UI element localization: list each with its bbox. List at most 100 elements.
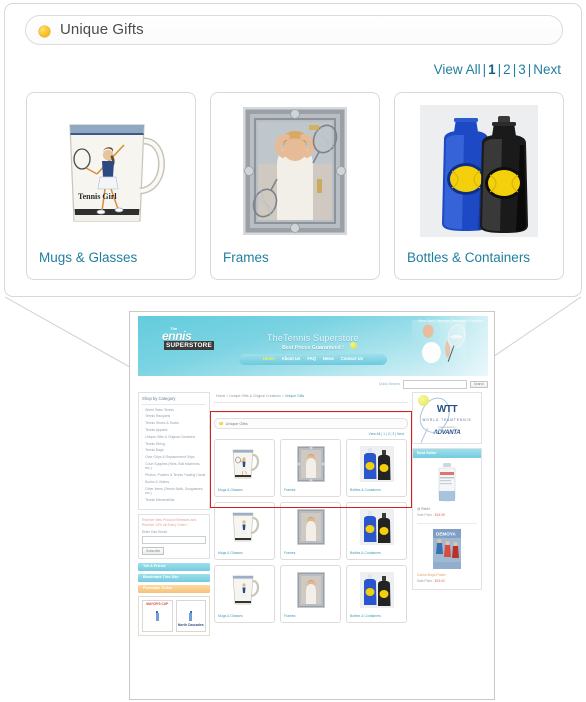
category-card-frames[interactable]: Frames bbox=[210, 92, 380, 280]
sidebar-item-books-videos[interactable]: · Books & Videos bbox=[142, 479, 206, 485]
best-seller-product-name[interactable]: Carlos Moya Poster bbox=[417, 573, 477, 578]
product-cell-mugs[interactable]: Mugs & Glasses bbox=[214, 502, 275, 560]
nav-item-home[interactable]: Home bbox=[263, 356, 275, 362]
newsletter-subscribe-button[interactable]: Subscribe bbox=[142, 546, 165, 555]
tell-a-friend-button[interactable]: Tell A Friend bbox=[138, 562, 210, 571]
nav-item-faq[interactable]: FAQ bbox=[307, 356, 316, 362]
sidebar-item-tennis-memorabilia[interactable]: · Tennis Memorabilia bbox=[142, 497, 206, 503]
product-cell-bottles[interactable]: Bottles & Containers bbox=[346, 502, 407, 560]
mug-thumb-icon bbox=[215, 507, 274, 547]
frame-thumb-icon bbox=[281, 507, 340, 547]
product-label[interactable]: Mugs & Glasses bbox=[218, 551, 243, 556]
poster-product-icon[interactable]: DEMOYA bbox=[417, 528, 477, 570]
bullet-icon: · bbox=[142, 420, 144, 425]
bullet-icon: · bbox=[142, 479, 144, 483]
breadcrumb-parent[interactable]: Unique Gifts & Original Creations bbox=[229, 394, 281, 398]
newsletter-box: Receive New Product Releases and Receive… bbox=[138, 513, 210, 559]
nav-item-news[interactable]: News bbox=[323, 356, 334, 362]
page-link-2[interactable]: 2 bbox=[503, 62, 511, 77]
category-card-label[interactable]: Mugs & Glasses bbox=[39, 250, 137, 265]
ticket-north-cascades[interactable]: North Cascades bbox=[175, 599, 206, 632]
full-page-thumbnail[interactable]: View Cart | Sitemap | Benefits & Feature… bbox=[129, 311, 495, 700]
tennis-girl-mug-icon: Tennis Girl bbox=[27, 101, 195, 241]
right-sidebar: WTT WORLD TEAMTENNIS presented by ADVANT… bbox=[412, 392, 482, 590]
product-label[interactable]: Frames bbox=[284, 614, 296, 619]
next-link[interactable]: Next bbox=[533, 62, 561, 77]
sidebar-item-world-team-tennis[interactable]: · World Team Tennis bbox=[142, 407, 206, 413]
wtt-banner[interactable]: WTT WORLD TEAMTENNIS presented by ADVANT… bbox=[412, 392, 482, 445]
sidebar-item-tennis-bags[interactable]: · Tennis Bags bbox=[142, 447, 206, 453]
nav-item-about-us[interactable]: About Us bbox=[282, 356, 301, 362]
bullet-icon: · bbox=[142, 413, 144, 418]
breadcrumb-current: Unique Gifts bbox=[284, 394, 305, 398]
purchase-ticket-button[interactable]: Purchase Ticket bbox=[138, 584, 210, 593]
sidebar-item-label: World Team Tennis bbox=[145, 407, 174, 412]
product-cell-mugs[interactable]: Mugs & Glasses bbox=[214, 565, 275, 623]
sidebar-item-over-grips[interactable]: · Over Grips & Replacement Grips bbox=[142, 454, 206, 460]
product-row: Mugs & Glasses Frames Bottles & Containe… bbox=[214, 565, 408, 623]
price-label: Sale Price : bbox=[417, 578, 434, 583]
orange-bullet-icon bbox=[39, 26, 50, 37]
bookmark-this-site-button[interactable]: Bookmark This Site bbox=[138, 573, 210, 582]
quick-search-input[interactable] bbox=[402, 380, 467, 389]
ticket-thumbnails: MAYOR'S CUP North Cascades bbox=[138, 595, 210, 636]
quick-search-button[interactable]: Search bbox=[469, 380, 488, 389]
product-cell-mugs[interactable]: Mugs & Glasses bbox=[214, 439, 275, 497]
bottles-thumb-icon bbox=[347, 570, 406, 610]
wtt-mark: WTT bbox=[436, 404, 458, 415]
hero-subtitle: Best Prices Guaranteed ! bbox=[282, 345, 344, 351]
bullet-icon: · bbox=[142, 485, 144, 490]
newsletter-label: Enter Your Email: bbox=[142, 529, 168, 534]
category-card-mugs-glasses[interactable]: Tennis Girl Mugs & Glasses bbox=[26, 92, 196, 280]
product-label[interactable]: Mugs & Glasses bbox=[218, 614, 243, 619]
product-label[interactable]: Mugs & Glasses bbox=[218, 488, 243, 493]
product-label[interactable]: Bottles & Containers bbox=[350, 488, 381, 493]
racquet-icon bbox=[445, 322, 468, 350]
ticket-title: North Cascades bbox=[177, 623, 204, 628]
page-link-3[interactable]: 3 bbox=[518, 62, 526, 77]
ticket-mayors-cup[interactable]: MAYOR'S CUP bbox=[142, 599, 173, 632]
sidebar-item-tennis-shoes-socks[interactable]: · Tennis Shoes & Socks bbox=[142, 420, 206, 426]
hero-title: TheTennis Superstore bbox=[266, 333, 360, 343]
sidebar-item-court-supplies[interactable]: · Court Supplies (Nets, Ball Machines, e… bbox=[142, 461, 206, 471]
product-label[interactable]: Frames bbox=[284, 551, 296, 556]
sidebar-item-tennis-apparel[interactable]: · Tennis Apparel bbox=[142, 427, 206, 433]
sidebar-item-label: Books & Videos bbox=[145, 480, 170, 484]
product-label[interactable]: Bottles & Containers bbox=[350, 614, 381, 619]
newsletter-email-input[interactable] bbox=[142, 536, 206, 545]
pagination-thumb[interactable]: View All | 1 | 2 | 3 | Next bbox=[214, 429, 408, 439]
breadcrumb[interactable]: Home > Unique Gifts & Original Creations… bbox=[214, 392, 408, 404]
price-value: $15.00 bbox=[434, 578, 445, 583]
category-card-bottles-containers[interactable]: Bottles & Containers bbox=[394, 92, 564, 280]
product-cell-frames[interactable]: Frames bbox=[280, 502, 341, 560]
quick-search-label: Quick Search bbox=[378, 381, 400, 386]
category-card-label[interactable]: Bottles & Containers bbox=[407, 250, 530, 265]
best-seller-price: Sale Price : $18.95 bbox=[417, 513, 477, 518]
product-cell-bottles[interactable]: Bottles & Containers bbox=[346, 439, 407, 497]
main-nav[interactable]: Home About Us FAQ News Contact Us bbox=[239, 354, 387, 365]
sidebar-item-photos-posters[interactable]: · Photos, Posters & Tennis Trading Cards bbox=[142, 472, 206, 478]
ticket-title: MAYOR'S CUP bbox=[146, 601, 169, 606]
sidebar-item-label: Tennis Bags bbox=[145, 448, 164, 453]
breadcrumb-home[interactable]: Home bbox=[216, 394, 225, 398]
breadcrumb-arrow-1: > bbox=[281, 394, 284, 398]
section-header: Unique Gifts bbox=[25, 15, 563, 45]
product-cell-frames[interactable]: Frames bbox=[280, 565, 341, 623]
sidebar-item-other-items[interactable]: · Other Items (Tennis Balls, Sunglasses,… bbox=[142, 485, 206, 496]
sidebar-item-unique-gifts[interactable]: · Unique Gifts & Original Creations bbox=[142, 434, 206, 440]
category-card-label[interactable]: Frames bbox=[223, 250, 269, 265]
product-label[interactable]: Bottles & Containers bbox=[350, 551, 381, 556]
sunscreen-product-icon[interactable] bbox=[417, 462, 477, 504]
view-all-link[interactable]: View All bbox=[434, 62, 481, 77]
nav-item-contact-us[interactable]: Contact Us bbox=[341, 356, 363, 362]
left-sidebar: Shop by Category · World Team Tennis · T… bbox=[138, 392, 210, 636]
product-cell-bottles[interactable]: Bottles & Containers bbox=[346, 565, 407, 623]
sidebar-item-tennis-string[interactable]: · Tennis String bbox=[142, 441, 206, 447]
sidebar-item-tennis-racquets[interactable]: · Tennis Racquets bbox=[142, 413, 206, 419]
bullet-icon: · bbox=[142, 497, 144, 502]
product-cell-frames[interactable]: Frames bbox=[280, 439, 341, 497]
utility-links[interactable]: View Cart | Sitemap | Benefits & Feature… bbox=[418, 319, 483, 324]
page-link-1[interactable]: 1 bbox=[488, 62, 496, 77]
product-label[interactable]: Frames bbox=[284, 488, 296, 493]
best-seller-product-name[interactable]: @ Relief bbox=[417, 507, 477, 512]
